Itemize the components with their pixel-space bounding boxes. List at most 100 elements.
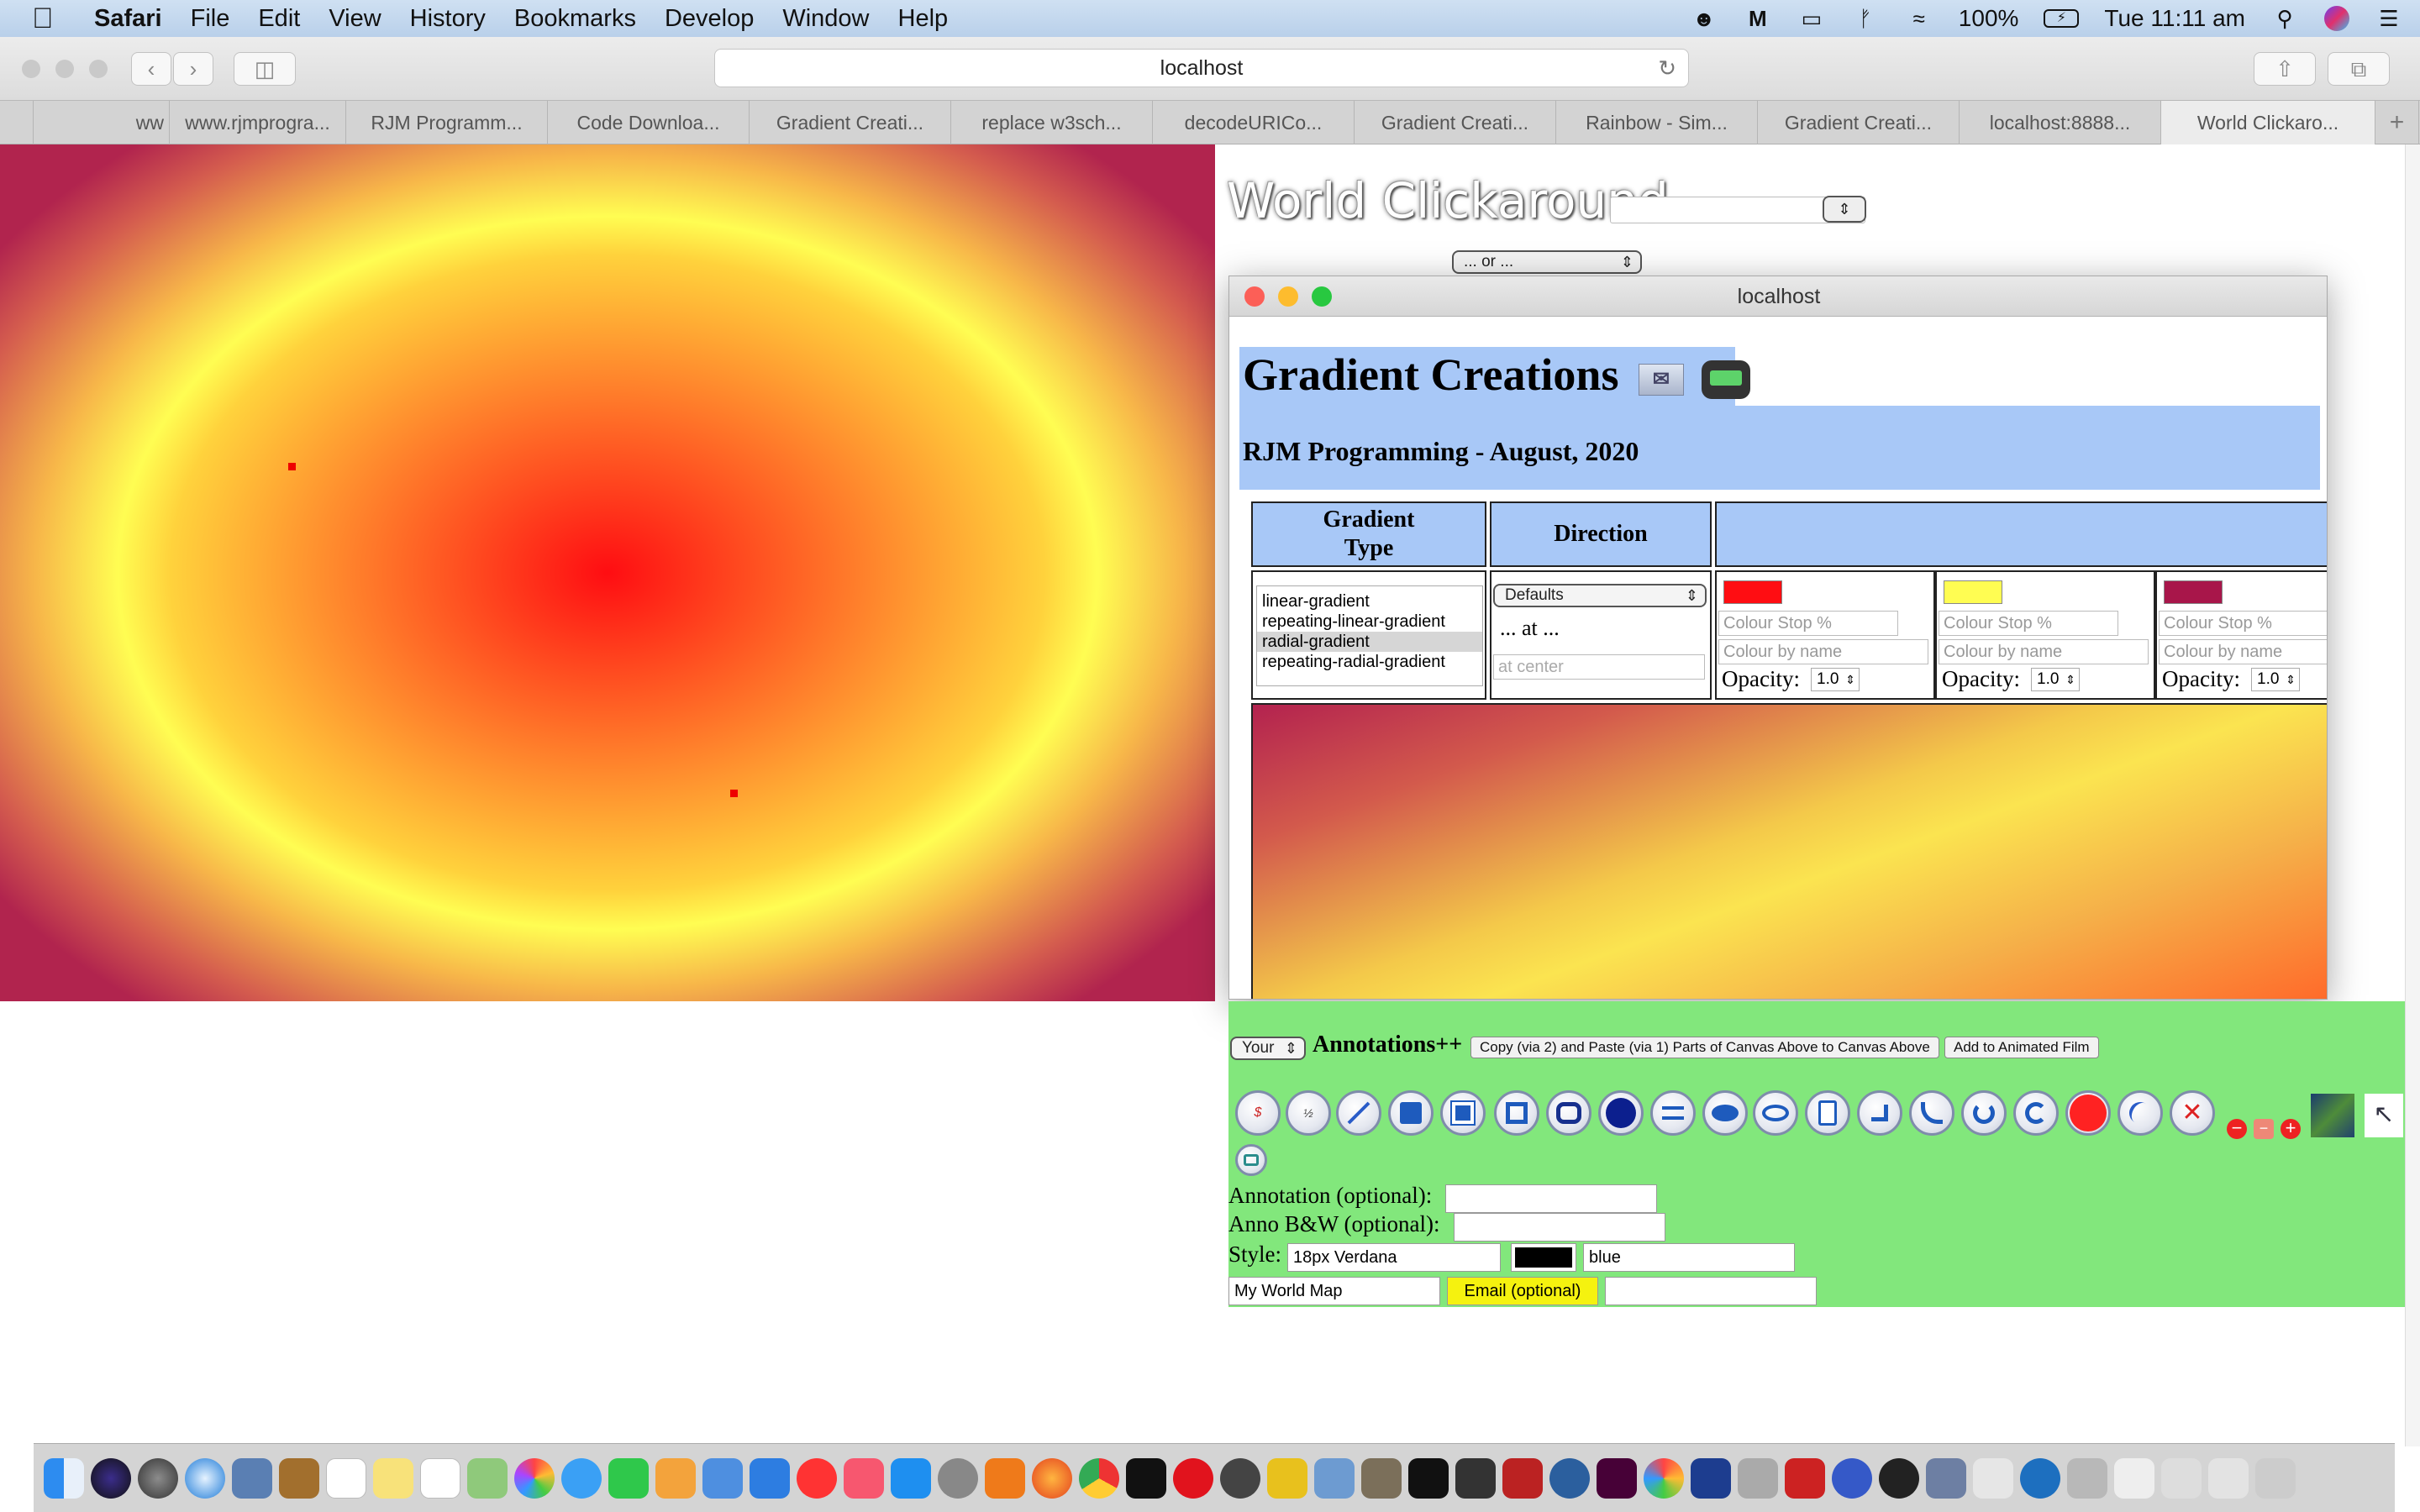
zoom-in-icon[interactable]: + <box>2281 1119 2301 1139</box>
menu-history[interactable]: History <box>410 5 486 33</box>
colour-swatch-2[interactable] <box>1944 580 2002 604</box>
bluetooth-icon[interactable]: ᚠ <box>1851 6 1880 31</box>
map-thumbnail-icon[interactable] <box>2311 1094 2354 1137</box>
f-app-icon[interactable] <box>1879 1457 1919 1499</box>
cat-icon[interactable]: ☻ <box>1690 6 1718 31</box>
tab-8[interactable]: Gradient Creati... <box>1355 101 1556 144</box>
reminders-icon[interactable] <box>420 1457 460 1499</box>
arc-filled-tool-icon[interactable] <box>2013 1090 2059 1136</box>
rounded-rectangle-tool-icon[interactable] <box>1546 1090 1591 1136</box>
r-icon[interactable] <box>1549 1457 1590 1499</box>
firefox-icon[interactable] <box>1032 1457 1072 1499</box>
stepper-icon[interactable]: ⇕ <box>2286 669 2296 690</box>
option-repeating-linear-gradient[interactable]: repeating-linear-gradient <box>1257 612 1482 632</box>
tab-3[interactable]: RJM Programm... <box>346 101 548 144</box>
messages-icon[interactable] <box>561 1457 602 1499</box>
app-store-icon[interactable] <box>891 1457 931 1499</box>
maps-icon[interactable] <box>467 1457 508 1499</box>
xcode-icon[interactable] <box>1314 1457 1355 1499</box>
chevron-down-icon[interactable]: ⇕ <box>1823 196 1866 223</box>
siri-dock-icon[interactable] <box>91 1457 131 1499</box>
pages-icon[interactable] <box>655 1457 696 1499</box>
trash-icon[interactable] <box>2255 1457 2296 1499</box>
reload-icon[interactable]: ↻ <box>1658 50 1676 87</box>
menu-app-safari[interactable]: Safari <box>94 5 162 33</box>
quicktime-icon[interactable] <box>2020 1457 2060 1499</box>
colour-by-name-3[interactable]: Colour by name <box>2159 639 2327 664</box>
system-preferences-icon[interactable] <box>938 1457 978 1499</box>
numbers-icon[interactable] <box>702 1457 743 1499</box>
option-radial-gradient[interactable]: radial-gradient <box>1257 632 1482 652</box>
phpstorm-icon[interactable] <box>1126 1457 1166 1499</box>
cursor-select-icon[interactable]: ↖ <box>2365 1094 2403 1137</box>
tab-overview-icon[interactable]: ⧉ <box>2328 52 2390 86</box>
opacity-input-3[interactable]: 1.0 ⇕ <box>2251 668 2300 691</box>
battery-percent[interactable]: 100% <box>1959 5 2019 32</box>
window-zoom-button[interactable] <box>89 60 108 78</box>
tab-active-world-clickaround[interactable]: World Clickaro... <box>2161 101 2375 144</box>
airplay-icon[interactable]: ▭ <box>1797 6 1826 31</box>
calendar-icon[interactable] <box>326 1457 366 1499</box>
new-tab-icon[interactable]: + <box>2375 101 2419 144</box>
menu-develop[interactable]: Develop <box>665 5 754 33</box>
text-lines-tool-icon[interactable] <box>1650 1090 1696 1136</box>
photos-icon[interactable] <box>514 1457 555 1499</box>
keynote-icon[interactable] <box>750 1457 790 1499</box>
safari-icon[interactable] <box>185 1457 225 1499</box>
style-colour-input[interactable]: blue <box>1583 1243 1795 1272</box>
avast-icon[interactable] <box>985 1457 1025 1499</box>
email-input[interactable] <box>1605 1277 1817 1305</box>
colour-stop-percent-1[interactable]: Colour Stop % <box>1718 611 1898 636</box>
stepper-icon[interactable]: ⇕ <box>1845 669 1855 690</box>
tab-1[interactable]: ww <box>34 101 170 144</box>
apple-icon[interactable]:  <box>32 3 62 34</box>
fetch-icon[interactable] <box>1267 1457 1307 1499</box>
menu-view[interactable]: View <box>329 5 381 33</box>
tab-10[interactable]: Gradient Creati... <box>1758 101 1960 144</box>
music-icon[interactable] <box>844 1457 884 1499</box>
wifi-icon[interactable]: ≈ <box>1905 6 1933 31</box>
filezilla-icon[interactable] <box>1785 1457 1825 1499</box>
pager-icon[interactable] <box>1702 360 1751 399</box>
menu-bookmarks[interactable]: Bookmarks <box>514 5 636 33</box>
facetime-icon[interactable] <box>608 1457 649 1499</box>
address-bar[interactable]: localhost ↻ <box>714 49 1689 87</box>
map-name-input[interactable]: My World Map <box>1228 1277 1440 1305</box>
siri-icon[interactable] <box>2324 6 2349 31</box>
arc-tool-icon[interactable] <box>1909 1090 1954 1136</box>
tab-11[interactable]: localhost:8888... <box>1960 101 2161 144</box>
battery-icon[interactable]: ⚡ <box>2044 9 2080 28</box>
terminal-icon[interactable] <box>1408 1457 1449 1499</box>
forward-button[interactable]: › <box>173 52 213 86</box>
spotlight-search-icon[interactable]: ⚲ <box>2270 6 2299 31</box>
framework-icon[interactable] <box>1691 1457 1731 1499</box>
color-picker-icon[interactable] <box>1644 1457 1684 1499</box>
line-tool-icon[interactable] <box>1336 1090 1381 1136</box>
or-select[interactable]: ... or ... ⇕ <box>1452 250 1642 274</box>
menu-file[interactable]: File <box>191 5 230 33</box>
rectangle-outline-tool-icon[interactable] <box>1494 1090 1539 1136</box>
freehand-tool-icon[interactable] <box>2118 1090 2163 1136</box>
your-select[interactable]: Your ⇕ <box>1230 1037 1306 1060</box>
red-dot-tool-icon[interactable] <box>2065 1090 2111 1136</box>
tab-pinned[interactable] <box>0 101 34 144</box>
zoom-out-icon[interactable]: − <box>2227 1119 2247 1139</box>
preview-icon[interactable] <box>232 1457 272 1499</box>
annotation-input[interactable] <box>1445 1184 1657 1213</box>
copy-paste-button[interactable]: Copy (via 2) and Paste (via 1) Parts of … <box>1470 1037 1939 1058</box>
tab-4[interactable]: Code Downloa... <box>548 101 750 144</box>
style-font-input[interactable]: 18px Verdana <box>1287 1243 1501 1272</box>
notes-icon[interactable] <box>373 1457 413 1499</box>
opacity-input-2[interactable]: 1.0 ⇕ <box>2031 668 2080 691</box>
fraction-tool-icon[interactable]: ½ <box>1286 1090 1331 1136</box>
utilities-icon[interactable] <box>1926 1457 1966 1499</box>
back-button[interactable]: ‹ <box>131 52 171 86</box>
tab-7[interactable]: decodeURICo... <box>1153 101 1355 144</box>
zigzag-tool-icon[interactable] <box>1857 1090 1902 1136</box>
at-position-input[interactable]: at center <box>1493 654 1705 680</box>
email-icon[interactable]: ✉ <box>1638 363 1684 396</box>
scanner-icon[interactable] <box>1738 1457 1778 1499</box>
scale-tool-icon[interactable]: $ <box>1235 1090 1281 1136</box>
option-linear-gradient[interactable]: linear-gradient <box>1257 591 1482 612</box>
cyberduck-icon[interactable] <box>1361 1457 1402 1499</box>
